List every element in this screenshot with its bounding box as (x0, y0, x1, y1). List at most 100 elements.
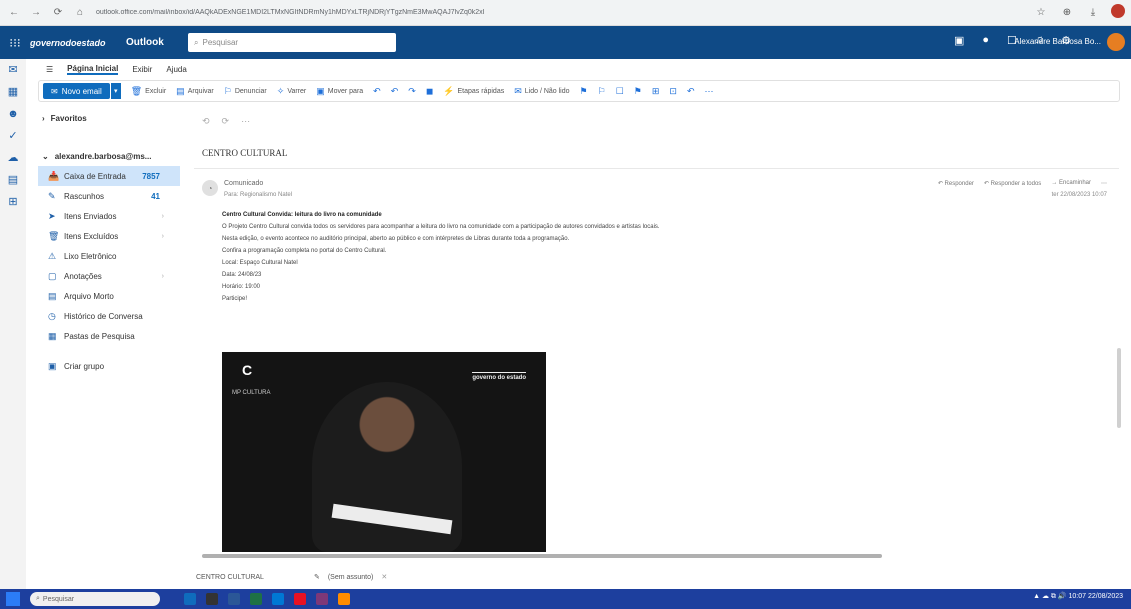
more-icon[interactable]: ⋯ (241, 116, 250, 127)
todo-icon[interactable]: ✓ (0, 125, 26, 147)
browser-bar: ← → ⟳ ⌂ outlook.office.com/mail/inbox/id… (0, 0, 1131, 26)
new-mail-button[interactable]: ✉ Novo email (43, 83, 110, 99)
forward-button[interactable]: ↷ (408, 86, 416, 97)
outlook-icon[interactable] (272, 593, 284, 605)
tag-icon: ⚑ (579, 85, 588, 96)
close-icon[interactable]: ✕ (381, 573, 387, 581)
closing-line: Participe! (222, 296, 248, 302)
app-name[interactable]: Outlook (126, 37, 164, 48)
flag-button[interactable]: ⚐ (598, 86, 606, 97)
drafts-count: 41 (151, 191, 160, 201)
new-mail-dropdown[interactable]: ▾ (110, 83, 121, 99)
folder-junk[interactable]: ⚠ Lixo Eletrônico (38, 246, 180, 266)
downloads-icon[interactable]: ⤓ (1085, 4, 1101, 20)
snooze-button[interactable]: ⚑ (634, 86, 642, 97)
folder-sent[interactable]: ➤ Itens Enviados › (38, 206, 180, 226)
folder-search[interactable]: ▦ Pastas de Pesquisa (38, 326, 180, 346)
home-icon[interactable]: ⌂ (72, 5, 88, 21)
lightning-icon: ⚡ (443, 85, 455, 96)
horizontal-scrollbar[interactable] (202, 554, 882, 558)
address-bar[interactable]: outlook.office.com/mail/inbox/id/AAQkADE… (96, 9, 696, 16)
menu-toggle-icon[interactable]: ☰ (46, 65, 53, 74)
excel-icon[interactable] (250, 593, 262, 605)
word-icon[interactable] (228, 593, 240, 605)
teams-icon[interactable]: ● (982, 34, 989, 47)
account-header[interactable]: ⌄ alexandre.barbosa@ms... (38, 146, 180, 166)
sender-name[interactable]: Comunicado (224, 180, 263, 187)
create-group-link[interactable]: ▣ Criar grupo (38, 356, 180, 376)
back-icon[interactable]: ← (6, 5, 22, 21)
search-box[interactable]: ⌕ Pesquisar (188, 33, 396, 52)
tab-draft[interactable]: ✎ (Sem assunto) ✕ (314, 573, 387, 582)
read-unread-button[interactable]: ✉ Lido / Não lido (514, 86, 569, 97)
reply-all-button[interactable]: ↶ (391, 86, 399, 97)
people-icon[interactable]: ☻ (0, 103, 26, 125)
taskbar-search[interactable]: ⌕ Pesquisar (30, 592, 160, 606)
sender-avatar[interactable]: ◔ (202, 180, 218, 196)
calendar-icon[interactable]: ▦ (0, 81, 26, 103)
previous-icon[interactable]: ⟲ (202, 116, 210, 127)
folder-pane: › Favoritos ⌄ alexandre.barbosa@ms... 📥 … (38, 108, 180, 568)
forward-button[interactable]: → Encaminhar (1051, 180, 1091, 187)
flag-icon: ⚐ (597, 85, 606, 96)
reply-button[interactable]: ↶ (373, 86, 381, 97)
app-icon[interactable] (316, 593, 328, 605)
archive-button[interactable]: ▤ Arquivar (176, 86, 214, 97)
delete-button[interactable]: 🗑 Excluir (131, 86, 166, 97)
user-name[interactable]: Alexandre Barbosa Bo... (1014, 37, 1101, 46)
quick-steps-button[interactable]: ⚡ Etapas rápidas (443, 86, 504, 97)
search-input[interactable]: Pesquisar (202, 38, 238, 47)
extensions-icon[interactable]: ⊕ (1059, 4, 1075, 20)
report-button[interactable]: ⚐ Denunciar (224, 86, 267, 97)
files-icon[interactable]: ▤ (0, 169, 26, 191)
folder-notes[interactable]: ▢ Anotações › (38, 266, 180, 286)
policy-button[interactable]: ⊞ (652, 86, 660, 97)
favorites-header[interactable]: › Favoritos (38, 108, 180, 128)
tab-message[interactable]: CENTRO CULTURAL (196, 574, 264, 581)
search-icon: ⌕ (36, 595, 40, 602)
explorer-icon[interactable] (206, 593, 218, 605)
junk-icon: ⚠ (48, 250, 57, 261)
taskview-icon[interactable] (184, 593, 196, 605)
sweep-button[interactable]: ✧ Varrer (277, 86, 306, 97)
system-tray[interactable]: ▲ ☁ ⧉ 🔊 10:07 22/08/2023 (1033, 592, 1123, 601)
folder-conversation-history[interactable]: ◷ Histórico de Conversa (38, 306, 180, 326)
categorize-button[interactable]: ⚑ (580, 86, 588, 97)
onedrive-icon[interactable]: ☁ (0, 147, 26, 169)
reply-all-button[interactable]: ↶ Responder a todos (984, 180, 1041, 187)
report-icon: ⚐ (223, 85, 232, 96)
forward-icon[interactable]: → (28, 5, 44, 21)
meet-icon[interactable]: ▣ (954, 34, 964, 47)
app-icon[interactable] (294, 593, 306, 605)
reply-all-icon: ↶ (390, 85, 399, 96)
start-button[interactable] (6, 592, 20, 606)
reply-button[interactable]: ↶ Responder (938, 180, 974, 187)
chevron-right-icon: › (161, 272, 164, 280)
folder-archive[interactable]: ▤ Arquivo Morto (38, 286, 180, 306)
reload-icon[interactable]: ⟳ (50, 5, 66, 21)
profile-avatar[interactable] (1111, 4, 1125, 18)
avatar[interactable] (1107, 33, 1125, 51)
mail-icon[interactable]: ✉ (0, 59, 26, 81)
undo-button[interactable]: ↶ (687, 86, 695, 97)
print-button[interactable]: ⊡ (669, 86, 677, 97)
tab-home[interactable]: Página Inicial (67, 64, 119, 75)
folder-deleted[interactable]: 🗑 Itens Excluídos › (38, 226, 180, 246)
tab-view[interactable]: Exibir (132, 65, 152, 74)
pin-button[interactable]: ☐ (616, 86, 624, 97)
more-actions-button[interactable]: ⋯ (1101, 180, 1107, 187)
move-to-button[interactable]: ▣ Mover para (316, 86, 363, 97)
app-launcher-icon[interactable]: ⁝⁝⁝ (0, 26, 30, 59)
tab-help[interactable]: Ajuda (166, 65, 186, 74)
vertical-scrollbar[interactable] (1117, 348, 1121, 428)
star-icon[interactable]: ☆ (1033, 4, 1049, 20)
chrome-icon[interactable] (338, 593, 350, 605)
more-apps-icon[interactable]: ⊞ (0, 191, 26, 213)
folder-drafts[interactable]: ✎ Rascunhos 41 (38, 186, 180, 206)
poster-logo-left-text: MP CULTURA (232, 390, 271, 396)
folder-inbox[interactable]: 📥 Caixa de Entrada 7857 (38, 166, 180, 186)
teams-share-button[interactable]: ◼ (426, 86, 433, 97)
next-icon[interactable]: ⟳ (222, 116, 230, 127)
more-button[interactable]: ⋯ (704, 86, 713, 97)
group-icon: ▣ (48, 360, 57, 371)
